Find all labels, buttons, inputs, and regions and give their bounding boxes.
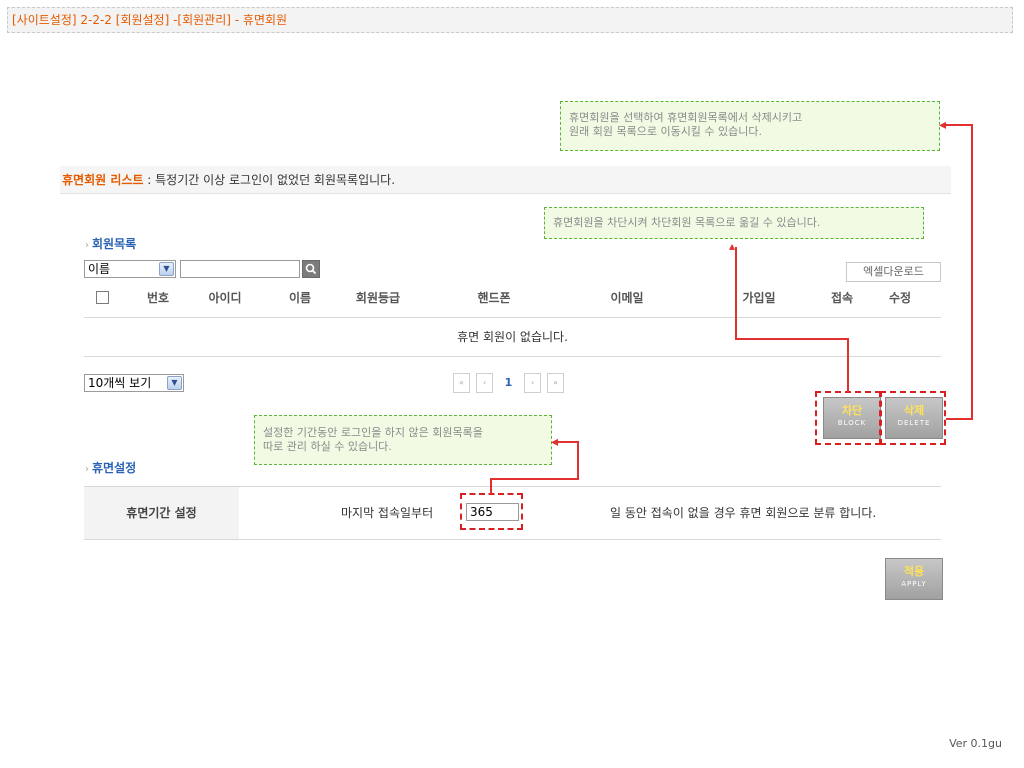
breadcrumb: [사이트설정] 2-2-2 [회원설정] -[회원관리] - 휴면회원 — [7, 7, 1013, 33]
search-type-select[interactable]: 이름 ▼ — [84, 260, 176, 278]
setting-help-line-1: 설정한 기간동안 로그인을 하지 않은 회원목록을 — [263, 426, 483, 439]
dormant-period-label: 휴면기간 설정 — [84, 487, 239, 539]
days-connector-line — [490, 478, 492, 494]
members-section-label: 회원목록 — [92, 237, 137, 251]
next-page-button[interactable]: › — [524, 373, 541, 393]
arrow-left-icon: ◂ — [551, 434, 559, 450]
apply-button-sublabel: APPLY — [901, 580, 927, 588]
page-size-value: 10개씩 보기 — [88, 376, 152, 390]
apply-button-label: 적용 — [903, 565, 925, 578]
search-icon — [305, 263, 317, 275]
block-highlight-box — [815, 391, 881, 445]
days-connector-line — [577, 441, 579, 480]
delete-help-line-1: 휴면회원을 선택하여 휴면회원목록에서 삭제시키고 — [569, 111, 803, 124]
block-connector-line — [735, 338, 849, 340]
block-help-note: 휴면회원을 차단시켜 차단회원 목록으로 옮길 수 있습니다. — [544, 207, 924, 239]
delete-help-line-2: 원래 회원 목록으로 이동시킬 수 있습니다. — [569, 125, 763, 138]
dormant-section-label: 휴면설정 — [92, 461, 137, 475]
search-button[interactable] — [302, 260, 320, 278]
current-page[interactable]: 1 — [500, 373, 517, 393]
column-header-email: 이메일 — [610, 291, 644, 305]
apply-button[interactable]: 적용 APPLY — [885, 558, 943, 600]
table-header: 번호 아이디 이름 회원등급 핸드폰 이메일 가입일 접속 수정 — [84, 285, 941, 318]
delete-highlight-box — [880, 391, 946, 445]
column-header-phone: 핸드폰 — [477, 291, 511, 305]
block-connector-line — [735, 247, 737, 340]
chevron-down-icon: ▼ — [159, 262, 174, 276]
excel-download-button[interactable]: 엑셀다운로드 — [846, 262, 941, 282]
dormant-text-before: 마지막 접속일부터 — [341, 506, 434, 520]
column-header-name: 이름 — [288, 291, 312, 305]
dormant-section-title: › 휴면설정 — [85, 459, 136, 476]
list-description: : 특정기간 이상 로그인이 없었던 회원목록입니다. — [143, 173, 396, 187]
last-page-button[interactable]: » — [547, 373, 564, 393]
section-arrow-icon: › — [85, 240, 89, 251]
column-header-access: 접속 — [830, 291, 854, 305]
list-title-bar: 휴면회원 리스트 : 특정기간 이상 로그인이 없었던 회원목록입니다. — [60, 166, 951, 194]
column-header-join-date: 가입일 — [742, 291, 776, 305]
first-page-button[interactable]: « — [453, 373, 470, 393]
dormant-text-after: 일 동안 접속이 없을 경우 휴면 회원으로 분류 합니다. — [610, 506, 877, 520]
arrow-up-icon: ▴ — [729, 239, 736, 253]
section-arrow-icon: › — [85, 464, 89, 475]
column-header-grade: 회원등급 — [355, 291, 401, 305]
column-header-id: 아이디 — [208, 291, 242, 305]
delete-help-note: 휴면회원을 선택하여 휴면회원목록에서 삭제시키고 원래 회원 목록으로 이동시… — [560, 101, 940, 151]
setting-help-line-2: 따로 관리 하실 수 있습니다. — [263, 440, 392, 453]
prev-page-button[interactable]: ‹ — [476, 373, 493, 393]
arrow-left-icon: ◂ — [939, 117, 947, 133]
delete-connector-line — [971, 124, 973, 420]
days-input-highlight-box — [460, 493, 523, 530]
dormant-period-content: 마지막 접속일부터 일 동안 접속이 없을 경우 휴면 회원으로 분류 합니다. — [239, 487, 941, 539]
delete-connector-line — [946, 418, 973, 420]
members-section-title: › 회원목록 — [85, 235, 136, 252]
chevron-down-icon: ▼ — [167, 376, 182, 390]
list-title: 휴면회원 리스트 — [62, 173, 144, 187]
version-label: Ver 0.1gu — [949, 737, 1002, 750]
dormant-setting-help-note: 설정한 기간동안 로그인을 하지 않은 회원목록을 따로 관리 하실 수 있습니… — [254, 415, 552, 465]
days-connector-line — [490, 478, 579, 480]
search-input[interactable] — [180, 260, 300, 278]
select-all-checkbox[interactable] — [96, 291, 109, 304]
page-size-select[interactable]: 10개씩 보기 ▼ — [84, 374, 184, 392]
column-header-number: 번호 — [146, 291, 170, 305]
block-connector-line — [847, 338, 849, 392]
column-header-edit: 수정 — [888, 291, 912, 305]
search-type-value: 이름 — [88, 262, 111, 276]
